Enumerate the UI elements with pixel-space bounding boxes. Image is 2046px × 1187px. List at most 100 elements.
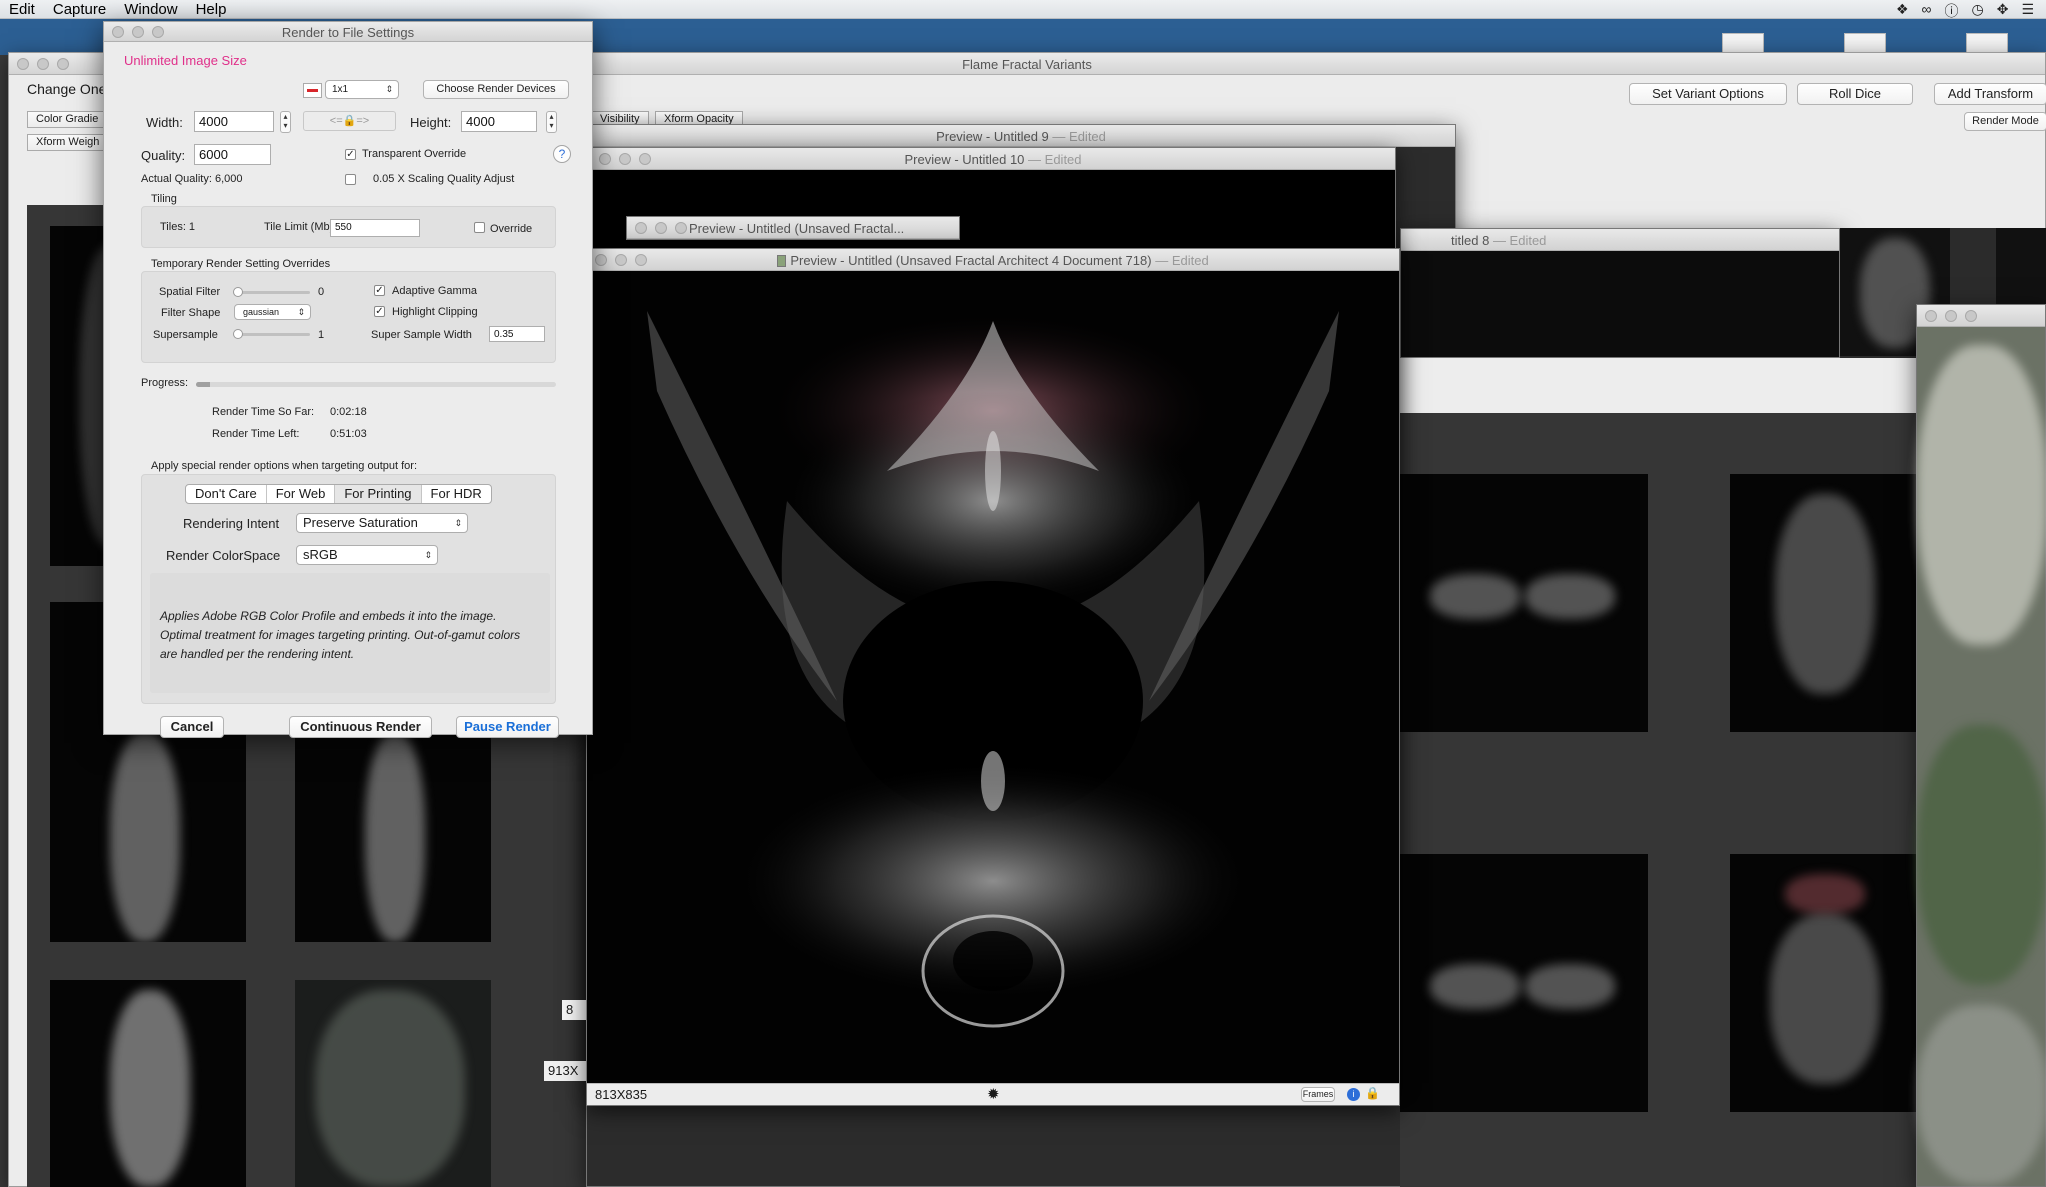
tile-layout-popup[interactable]: 1x1 ⇕	[325, 80, 399, 99]
preview-titlebar[interactable]: titled 8 — Edited	[1401, 229, 1839, 251]
colorspace-popup[interactable]: sRGB ⇕	[296, 545, 438, 565]
info-icon[interactable]: i	[1347, 1088, 1360, 1101]
link-aspect-button[interactable]: <=🔒=>	[303, 111, 396, 131]
window-controls	[635, 222, 687, 234]
edited-label[interactable]: — Edited	[1028, 152, 1081, 167]
preview-titlebar[interactable]: Preview - Untitled (Unsaved Fractal...	[627, 217, 959, 239]
gear-icon[interactable]: ✹	[987, 1085, 1000, 1103]
transparent-override-checkbox[interactable]: ✓	[345, 149, 356, 160]
slider-knob[interactable]	[233, 287, 243, 297]
quality-field[interactable]: 6000	[194, 144, 271, 165]
tile-limit-label: Tile Limit (Mb):	[264, 221, 337, 233]
variant-thumbnail[interactable]	[50, 980, 246, 1187]
description-box: Applies Adobe RGB Color Profile and embe…	[150, 573, 550, 693]
scaling-adjust-label: 0.05 X Scaling Quality Adjust	[373, 173, 515, 185]
menu-capture[interactable]: Capture	[44, 1, 115, 18]
unlimited-size-label[interactable]: Unlimited Image Size	[124, 53, 247, 68]
close-button[interactable]	[635, 222, 647, 234]
close-button[interactable]	[1925, 310, 1937, 322]
supersample-value: 1	[318, 329, 325, 341]
preview-titlebar[interactable]: Preview - Untitled 9 — Edited	[587, 125, 1455, 147]
render-time-so-far-label: Render Time So Far:	[212, 406, 315, 418]
render-to-file-dialog: Render to File Settings Unlimited Image …	[103, 21, 593, 738]
variant-thumbnail[interactable]	[1400, 474, 1648, 732]
creative-cloud-icon[interactable]: ∞	[1922, 1, 1932, 21]
render-mode-button[interactable]: Render Mode	[1964, 112, 2046, 131]
choose-render-devices-button[interactable]: Choose Render Devices	[423, 80, 569, 99]
info-icon[interactable]: ⓘ	[1944, 1, 1958, 21]
spatial-filter-label: Spatial Filter	[159, 286, 221, 298]
special-options-label: Apply special render options when target…	[151, 460, 417, 472]
tile-limit-field[interactable]: 550	[330, 219, 420, 237]
quality-label: Quality:	[141, 148, 186, 163]
highlight-clipping-checkbox[interactable]: ✓	[374, 306, 385, 317]
minimize-button[interactable]	[655, 222, 667, 234]
target-dont-care[interactable]: Don't Care	[186, 485, 267, 503]
height-label: Height:	[410, 115, 452, 130]
fractal-render-view[interactable]	[587, 271, 1399, 1083]
edited-label[interactable]: — Edited	[1155, 253, 1208, 268]
lock-icon[interactable]: 🔒	[1365, 1086, 1380, 1100]
menu-help[interactable]: Help	[187, 1, 236, 18]
adaptive-gamma-checkbox[interactable]: ✓	[374, 285, 385, 296]
preview-titlebar[interactable]: Preview - Untitled (Unsaved Fractal Arch…	[587, 249, 1399, 271]
spatial-filter-slider[interactable]	[233, 287, 310, 297]
height-field[interactable]: 4000	[461, 111, 537, 132]
menu-icon[interactable]: ☰	[2021, 1, 2034, 21]
dialog-titlebar[interactable]: Render to File Settings	[104, 22, 592, 42]
change-one-label: Change One	[27, 81, 107, 97]
override-checkbox[interactable]	[474, 222, 485, 233]
menu-window[interactable]: Window	[115, 1, 186, 18]
description-text: Applies Adobe RGB Color Profile and embe…	[160, 609, 521, 661]
preview-status-bar: 813X835 ✹ Frames i 🔒	[587, 1083, 1399, 1105]
color-swatch[interactable]	[303, 83, 322, 98]
roll-dice-button[interactable]: Roll Dice	[1797, 83, 1913, 105]
frames-button[interactable]: Frames	[1301, 1087, 1335, 1102]
preview-window-untitled-8: titled 8 — Edited	[1400, 228, 1840, 358]
render-size-label: 813X835	[595, 1087, 648, 1102]
continuous-render-button[interactable]: Continuous Render	[289, 716, 432, 738]
add-transform-button[interactable]: Add Transform	[1934, 83, 2046, 105]
output-target-group: Don't Care For Web For Printing For HDR …	[141, 474, 556, 704]
preview-titlebar[interactable]: Preview - Untitled 10 — Edited	[591, 148, 1395, 170]
target-for-printing[interactable]: For Printing	[335, 485, 422, 503]
target-for-hdr[interactable]: For HDR	[422, 485, 491, 503]
zoom-button[interactable]	[675, 222, 687, 234]
zoom-button[interactable]	[1965, 310, 1977, 322]
dropbox-icon[interactable]: ❖	[1896, 1, 1909, 21]
override-label: Override	[490, 223, 533, 235]
pause-render-button[interactable]: Pause Render	[456, 716, 559, 738]
variant-thumbnail[interactable]	[1400, 854, 1648, 1112]
transparent-override-label: Transparent Override	[362, 148, 467, 160]
variant-thumbnail[interactable]	[1730, 854, 1920, 1112]
super-sample-width-field[interactable]: 0.35	[489, 326, 545, 342]
edited-label[interactable]: — Edited	[1052, 129, 1105, 144]
render-time-so-far-value: 0:02:18	[330, 406, 367, 418]
filter-shape-popup[interactable]: gaussian ⇕	[234, 304, 311, 320]
menu-edit[interactable]: Edit	[0, 1, 44, 18]
help-button[interactable]: ?	[553, 145, 571, 163]
slider-knob[interactable]	[233, 329, 243, 339]
cancel-button[interactable]: Cancel	[160, 716, 224, 738]
menubar: Edit Capture Window Help ❖ ∞ ⓘ ◷ ✥ ☰	[0, 0, 2046, 19]
target-for-web[interactable]: For Web	[267, 485, 336, 503]
variant-thumbnail[interactable]	[1730, 474, 1920, 732]
rendering-intent-popup[interactable]: Preserve Saturation ⇕	[296, 513, 468, 533]
edited-label[interactable]: — Edited	[1493, 233, 1546, 248]
move-icon[interactable]: ✥	[1997, 1, 2009, 21]
preview-titlebar[interactable]	[1917, 305, 2045, 327]
temp-overrides-label: Temporary Render Setting Overrides	[151, 258, 331, 270]
variant-thumbnail[interactable]	[295, 980, 491, 1187]
progress-fill	[196, 382, 211, 387]
set-variant-options-button[interactable]: Set Variant Options	[1629, 83, 1787, 105]
tiling-label: Tiling	[151, 193, 177, 205]
width-field[interactable]: 4000	[194, 111, 274, 132]
progress-label: Progress:	[141, 377, 189, 389]
height-stepper[interactable]: ▴ ▾	[546, 111, 557, 133]
supersample-slider[interactable]	[233, 329, 310, 339]
actual-quality-label: Actual Quality: 6,000	[141, 173, 243, 185]
width-stepper[interactable]: ▴ ▾	[280, 111, 291, 133]
time-machine-icon[interactable]: ◷	[1971, 1, 1983, 21]
scaling-adjust-checkbox[interactable]	[345, 174, 356, 185]
minimize-button[interactable]	[1945, 310, 1957, 322]
